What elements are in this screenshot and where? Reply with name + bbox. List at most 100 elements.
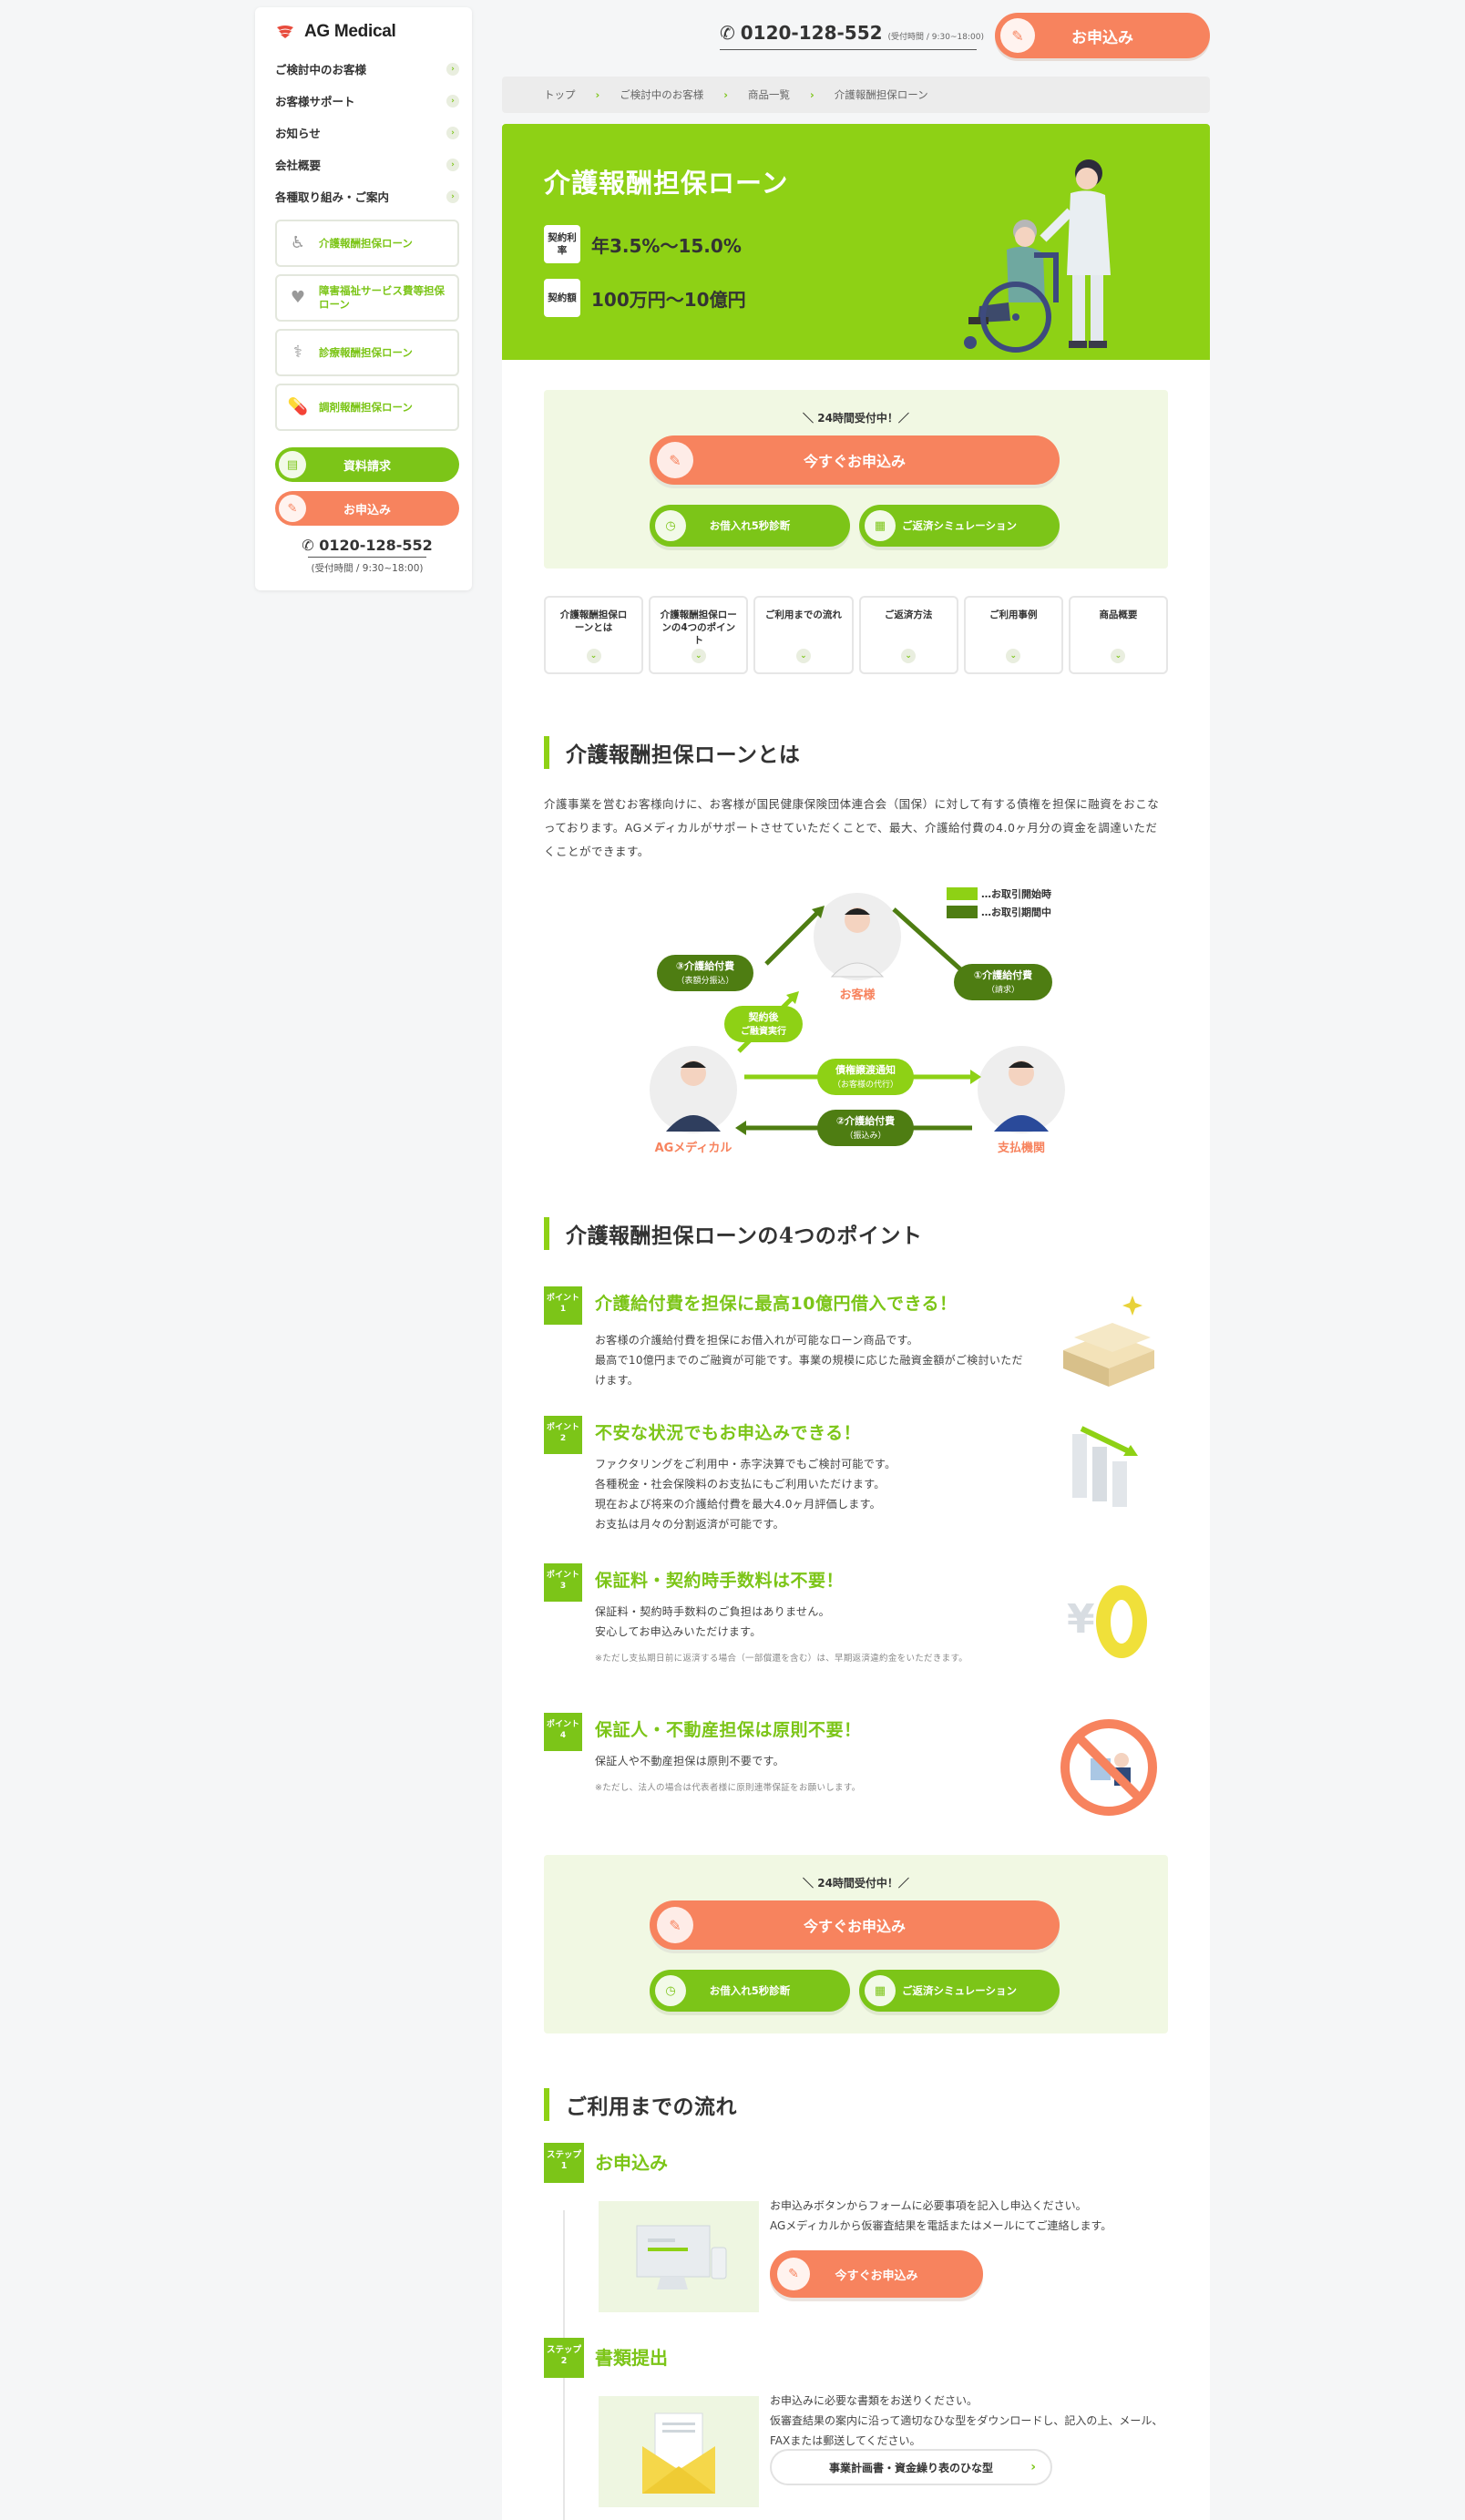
point-text: ファクタリングをご利用中・赤字決算でもご検討可能です。 各種税金・社会保険料のお支…	[595, 1458, 896, 1531]
chevron-right-icon: ›	[723, 88, 728, 101]
page-title: 介護報酬担保ローン	[544, 168, 789, 199]
sidebar-apply-label: お申込み	[343, 503, 391, 517]
cta-box: ＼ 24時間受付中！／ ✎ 今すぐお申込み ◷ お借入れ5秒診断 ▦ ご返済シミュレー…	[544, 390, 1168, 569]
header-apply-button[interactable]: ✎ お申込み	[995, 13, 1210, 58]
document-icon: ▤	[279, 451, 306, 478]
point-badge: ポイント 4	[544, 1713, 582, 1751]
computer-illustration	[599, 2201, 759, 2312]
logo-text: AG Medical	[304, 22, 396, 41]
breadcrumb-item[interactable]: ご検討中のお客様	[620, 87, 703, 102]
apply-now-button[interactable]: ✎ 今すぐお申込み	[650, 435, 1060, 485]
chevron-down-icon: ⌄	[586, 649, 601, 663]
sidebar-nav-item[interactable]: 会社概要 ›	[275, 149, 459, 180]
product-link-kaigo[interactable]: ♿ 介護報酬担保ローン	[275, 220, 459, 267]
step-apply-button[interactable]: ✎ 今すぐお申込み	[770, 2250, 983, 2298]
section-heading-flow: ご利用までの流れ	[544, 2088, 737, 2121]
product-link-shogai[interactable]: ♥ 障害福祉サービス費等担保ローン	[275, 274, 459, 322]
document-pen-icon: ✎	[1000, 18, 1035, 53]
sidebar-nav-item[interactable]: お知らせ ›	[275, 117, 459, 149]
template-download-label: 事業計画書・資金繰り表のひな型	[828, 2461, 993, 2474]
product-link-label: 調剤報酬担保ローン	[319, 400, 413, 414]
document-pen-icon: ✎	[777, 2258, 810, 2290]
tab-flow[interactable]: ご利用までの流れ ⌄	[753, 596, 854, 674]
step-apply-label: 今すぐお申込み	[835, 2269, 918, 2283]
sidebar-nav-item[interactable]: お客様サポート ›	[275, 85, 459, 117]
point-text: 保証人や不動産担保は原則不要です。 ※ただし、法人の場合は代表者様に原則連帯保証を…	[595, 1755, 861, 1793]
simulation-button[interactable]: ▦ ご返済シミュレーション	[859, 505, 1060, 547]
product-link-chozai[interactable]: 💊 調剤報酬担保ローン	[275, 384, 459, 431]
diagnosis-button[interactable]: ◷ お借入れ5秒診断	[650, 505, 850, 547]
tab-label: 介護報酬担保ローンの4つのポイント	[660, 610, 737, 647]
diagnosis-label: お借入れ5秒診断	[709, 1984, 791, 1997]
breadcrumb-item[interactable]: 商品一覧	[748, 87, 790, 102]
contract-label: 契約後	[748, 1010, 780, 1023]
simulation-button[interactable]: ▦ ご返済シミュレーション	[859, 1970, 1060, 2012]
stethoscope-icon: ⚕	[293, 343, 302, 363]
legend-during-label: …お取引期間中	[981, 906, 1051, 918]
header-phone[interactable]: ✆ 0120-128-552 (受付時間 / 9:30~18:00)	[720, 22, 984, 44]
tab-label: 介護報酬担保ローンとは	[559, 610, 628, 634]
arrow2-sub: （振込み）	[845, 1130, 886, 1141]
notice-label: 債権譲渡通知	[835, 1063, 896, 1076]
zero-yen-icon: ¥	[1067, 1585, 1147, 1658]
sidebar-nav-item[interactable]: ご検討中のお客様 ›	[275, 53, 459, 85]
template-download-button[interactable]: 事業計画書・資金繰り表のひな型 ›	[770, 2449, 1052, 2485]
apply-now-label: 今すぐお申込み	[803, 1918, 906, 1935]
clock-icon: ◷	[655, 510, 686, 541]
rate-value: 年3.5%～15.0%	[591, 234, 742, 257]
document-pen-icon: ✎	[657, 1907, 693, 1943]
sidebar-nav-label: お客様サポート	[275, 95, 355, 108]
chevron-down-icon: ⌄	[691, 649, 706, 663]
apply-now-button[interactable]: ✎ 今すぐお申込み	[650, 1900, 1060, 1950]
rate-row: 契約利率 年3.5%～15.0%	[544, 225, 742, 263]
amount-tag: 契約額	[544, 279, 580, 317]
cta-box: ＼ 24時間受付中！／ ✎ 今すぐお申込み ◷ お借入れ5秒診断 ▦ ご返済シミュレー…	[544, 1855, 1168, 2033]
tab-repayment[interactable]: ご返済方法 ⌄	[858, 596, 958, 674]
sidebar-nav-item[interactable]: 各種取り組み・ご案内 ›	[275, 180, 459, 212]
point-title: 保証人・不動産担保は原則不要！	[595, 1720, 862, 1740]
chevron-right-icon: ›	[1030, 2460, 1036, 2474]
tab-label: ご利用までの流れ	[764, 610, 842, 620]
payer-label: 支払機関	[997, 1141, 1045, 1155]
tab-label: ご利用事例	[989, 610, 1038, 620]
apply-now-label: 今すぐお申込み	[803, 453, 906, 470]
breadcrumb: トップ › ご検討中のお客様 › 商品一覧 › 介護報酬担保ローン	[502, 77, 1210, 113]
request-docs-label: 資料請求	[343, 459, 391, 474]
legend-start-label: …お取引開始時	[981, 887, 1051, 900]
divider	[308, 557, 426, 558]
step-text: お申込みボタンからフォームに必要事項を記入し申込ください。 AGメディカルから仮審…	[770, 2199, 1112, 2232]
caregiver-illustration	[964, 159, 1111, 353]
tab-points[interactable]: 介護報酬担保ローンの4つのポイント ⌄	[649, 596, 749, 674]
point-title: 不安な状況でもお申込みできる！	[595, 1423, 862, 1443]
tab-label: ご返済方法	[884, 610, 933, 620]
breadcrumb-item[interactable]: トップ	[544, 87, 576, 102]
sidebar: AG Medical ご検討中のお客様 › お客様サポート › お知らせ › 会社概要…	[255, 7, 472, 590]
pill-icon: 💊	[287, 397, 309, 417]
sidebar-apply-button[interactable]: ✎ お申込み	[275, 491, 459, 526]
step-title: お申込み	[595, 2152, 668, 2174]
customer-label: お客様	[839, 988, 876, 1002]
cta-note: ＼ 24時間受付中！／	[803, 1877, 909, 1890]
product-link-shinryo[interactable]: ⚕ 診療報酬担保ローン	[275, 329, 459, 376]
chevron-down-icon: ⌄	[901, 649, 917, 663]
arrow3-sub: （表額分振込）	[676, 975, 733, 986]
simulation-label: ご返済シミュレーション	[901, 1984, 1018, 1997]
tab-cases[interactable]: ご利用事例 ⌄	[963, 596, 1063, 674]
logo[interactable]: AG Medical	[275, 20, 459, 44]
amount-row: 契約額 100万円～10億円	[544, 279, 746, 317]
main-content: 介護報酬担保ローン 契約利率 年3.5%～15.0% 契約額 100万円～10億…	[502, 124, 1210, 2520]
tab-about[interactable]: 介護報酬担保ローンとは ⌄	[544, 596, 644, 674]
point-badge: ポイント 3	[544, 1563, 582, 1602]
diagnosis-button[interactable]: ◷ お借入れ5秒診断	[650, 1970, 850, 2012]
tab-overview[interactable]: 商品概要 ⌄	[1068, 596, 1169, 674]
sidebar-phone[interactable]: ✆ 0120-128-552	[275, 537, 459, 554]
sidebar-nav-label: ご検討中のお客様	[275, 63, 367, 77]
step-text: お申込みに必要な書類をお送りください。 仮審査結果の案内に沿って適切なひな型をダウ…	[770, 2394, 1163, 2447]
request-docs-button[interactable]: ▤ 資料請求	[275, 447, 459, 482]
chevron-down-icon: ⌄	[1111, 649, 1126, 663]
amount-value: 100万円～10億円	[591, 288, 746, 311]
point-text: 保証料・契約時手数料のご負担はありません。 安心してお申込みいただけます。 ※ただし…	[595, 1605, 968, 1664]
chevron-right-icon: ›	[446, 190, 459, 203]
chevron-down-icon: ⌄	[1006, 649, 1021, 663]
declining-chart-icon	[1072, 1426, 1138, 1507]
